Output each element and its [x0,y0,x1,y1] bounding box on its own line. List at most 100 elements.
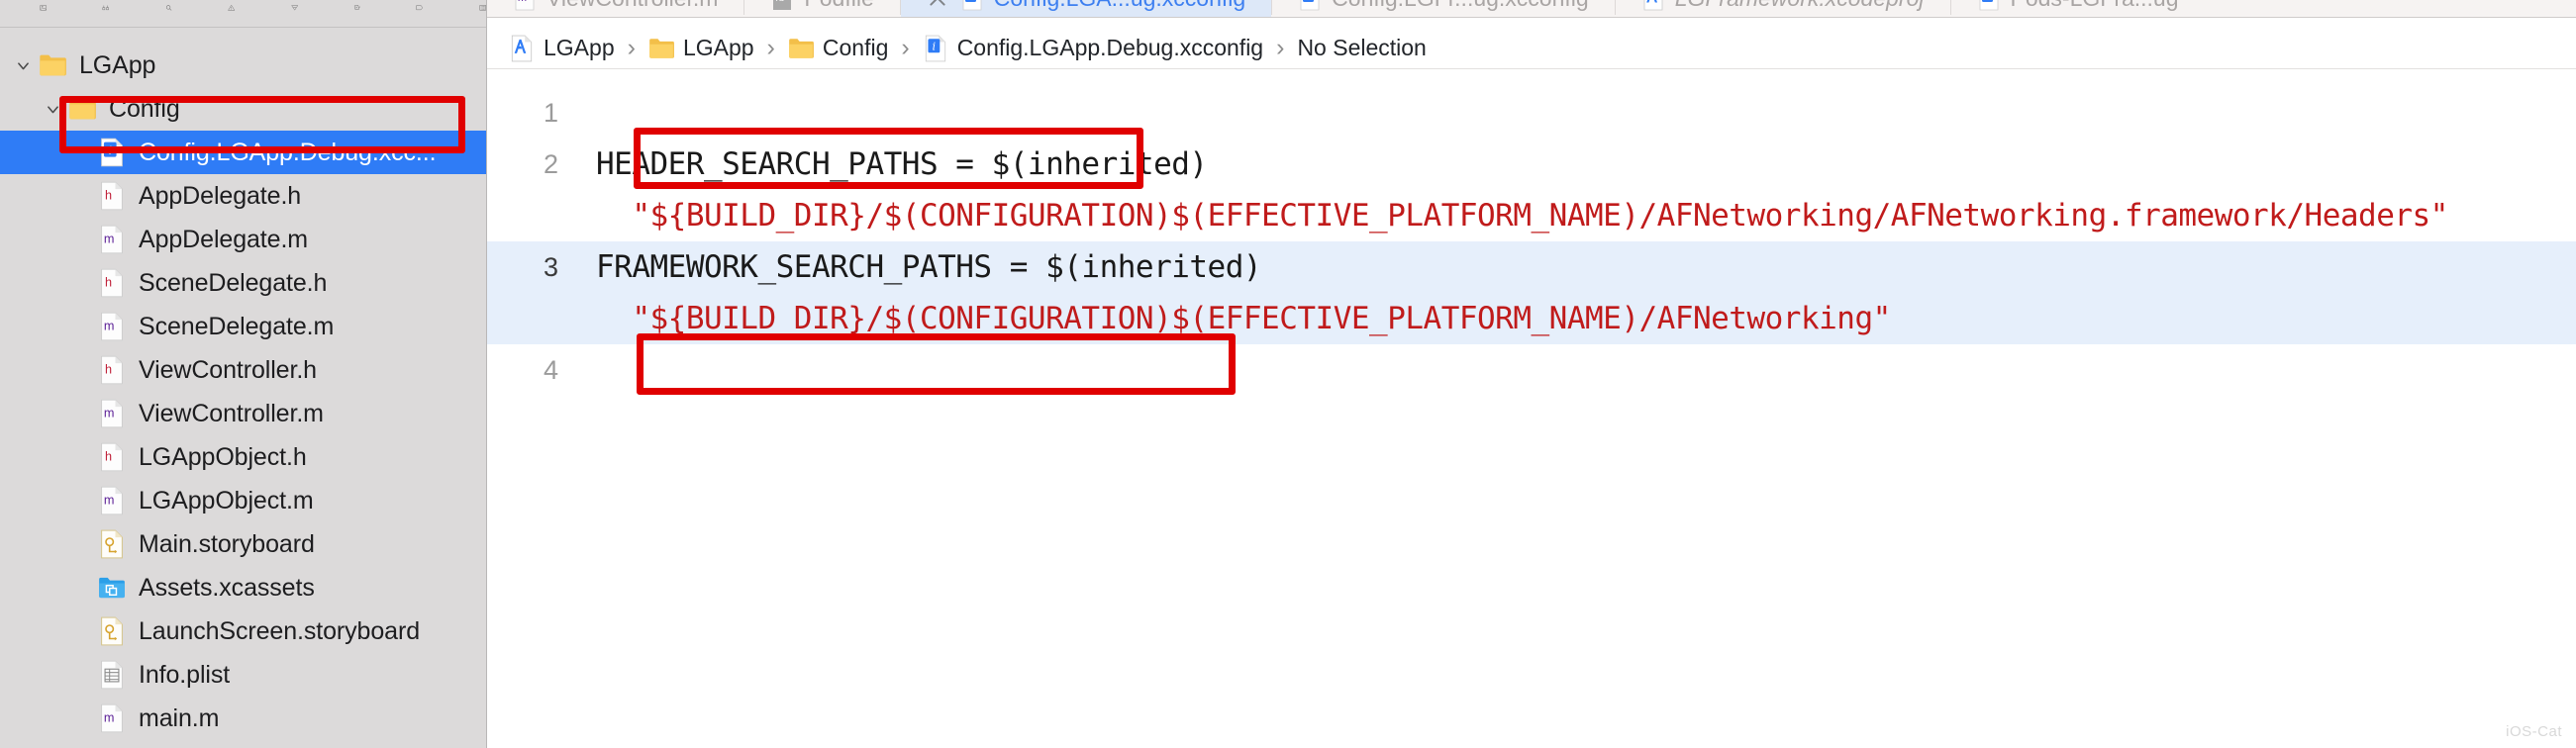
test-navigator-icon[interactable] [290,0,298,21]
editor-tab[interactable]: i Config.LGA...ug.xcconfig [900,0,1272,17]
breadcrumb-separator: › [901,34,910,61]
folder-icon [36,50,69,80]
xcconfig-icon: i [960,0,984,11]
svg-text:h: h [105,362,112,376]
line-number: 3 [543,252,558,282]
folder-icon [788,35,814,62]
header-file-icon: h [95,355,129,385]
source-file-icon: m [95,225,129,254]
editor-tab[interactable]: i Pods-LGFra...ug [1951,0,2205,17]
file-tree-row-label: SceneDelegate.m [139,312,335,340]
file-tree-row-label: Config.LGApp.Debug.xcc... [139,138,437,166]
issue-navigator-icon[interactable] [228,0,236,21]
folder-icon [65,94,99,124]
file-tree-row[interactable]: h LGAppObject.h [0,435,486,479]
file-tree-row[interactable]: i Config.LGApp.Debug.xcc... [0,131,486,174]
editor-tab-label: Pods-LGFra...ug [2011,0,2179,12]
file-tree-row-label: Assets.xcassets [139,573,315,602]
editor-tab-label: Config.LGFr...ug.xcconfig [1332,0,1589,12]
line-number: 1 [543,98,558,128]
file-tree-row[interactable]: Config [0,87,486,131]
breadcrumb-item[interactable]: No Selection [1297,35,1426,61]
file-tree-row[interactable]: h ViewController.h [0,348,486,392]
editor-tab[interactable]: LGFramework.xcodeproj [1616,0,1950,17]
svg-text:m: m [104,232,115,245]
xcconfig-icon: i [1977,0,2001,11]
svg-text:m: m [104,493,115,507]
svg-text:i: i [108,143,112,157]
file-tree-row[interactable]: h AppDelegate.h [0,174,486,218]
navigator-toolbar [0,0,486,28]
breakpoint-navigator-icon[interactable] [416,0,424,21]
chevron-down-icon[interactable] [10,57,36,74]
code-line[interactable]: 2 HEADER_SEARCH_PATHS = $(inherited) "${B… [487,139,2576,241]
file-tree-row[interactable]: LaunchScreen.storyboard [0,609,486,653]
file-tree-row-label: AppDelegate.h [139,181,302,210]
file-tree-row-label: AppDelegate.m [139,225,309,253]
breadcrumb-item-label: Config.LGApp.Debug.xcconfig [956,35,1264,60]
folder-icon [648,35,674,62]
breadcrumb-item[interactable]: LGApp [509,35,615,62]
breadcrumb-item[interactable]: i Config.LGApp.Debug.xcconfig [923,35,1263,62]
debug-navigator-icon[interactable] [353,0,360,21]
editor-tab-label: ViewController.m [546,0,718,12]
file-tree-row[interactable]: m LGAppObject.m [0,479,486,522]
source-control-icon[interactable] [102,0,110,21]
file-tree-row-label: LGApp [79,50,156,79]
file-tree-row[interactable]: LGApp [0,44,486,87]
code-line-text: HEADER_SEARCH_PATHS = $(inherited) "${BU… [576,139,2448,241]
file-tree-row[interactable]: m AppDelegate.m [0,218,486,261]
svg-text:h: h [105,449,112,463]
breadcrumb-separator: › [1276,34,1285,61]
file-tree-row[interactable]: Main.storyboard [0,522,486,566]
editor-tab[interactable]: i Config.LGFr...ug.xcconfig [1272,0,1615,17]
breadcrumb-item[interactable]: LGApp [648,35,754,62]
ruby-file-icon: rb [770,0,794,11]
svg-text:m: m [518,0,527,4]
file-tree-row-label: main.m [139,703,220,732]
code-editor[interactable]: 1 2 HEADER_SEARCH_PATHS = $(inherited) "${… [487,69,2576,748]
editor-tab-label: Config.LGA...ug.xcconfig [994,0,1245,12]
breadcrumb-item-label: LGApp [544,35,615,60]
file-tree-row[interactable]: m ViewController.m [0,392,486,435]
source-file-icon: m [95,703,129,733]
breadcrumb-item-label: Config [822,35,889,60]
header-file-icon: h [95,181,129,211]
source-file-icon: m [95,312,129,341]
close-icon[interactable] [927,0,948,9]
xcodeproj-icon [509,35,535,62]
file-tree-row[interactable]: h SceneDelegate.h [0,261,486,305]
editor-pane: m ViewController.m rb Podfile i Config.LGA...… [487,0,2576,748]
project-navigator-icon[interactable] [40,0,48,21]
code-line[interactable]: 1 [487,87,2576,139]
svg-text:h: h [105,188,112,202]
code-line[interactable]: 4 [487,344,2576,396]
file-tree-row[interactable]: Products [0,740,486,748]
code-line[interactable]: 3 FRAMEWORK_SEARCH_PATHS = $(inherited) "… [487,241,2576,344]
svg-text:i: i [1985,0,1988,3]
file-tree-row[interactable]: m SceneDelegate.m [0,305,486,348]
file-tree-row-label: Config [109,94,180,123]
svg-text:h: h [105,275,112,289]
editor-tab[interactable]: rb Podfile [744,0,899,17]
breadcrumb: LGApp › LGApp › Config › i Config.LGApp.Debug.x… [487,28,2576,69]
breadcrumb-item[interactable]: Config [788,35,888,62]
storyboard-icon [95,529,129,559]
chevron-down-icon[interactable] [40,101,65,118]
svg-text:i: i [969,0,972,3]
file-tree-row-label: LGAppObject.m [139,486,314,514]
file-tree-row-label: LaunchScreen.storyboard [139,616,420,645]
breadcrumb-item-label: LGApp [682,35,754,60]
file-tree-row[interactable]: Assets.xcassets [0,566,486,609]
file-tree-row[interactable]: Info.plist [0,653,486,697]
editor-tab[interactable]: m ViewController.m [487,0,743,17]
header-file-icon: h [95,442,129,472]
source-file-icon: m [95,399,129,428]
xcassets-icon [95,573,129,603]
search-icon[interactable] [165,0,172,21]
header-file-icon: h [95,268,129,298]
report-navigator-icon[interactable] [479,0,486,21]
editor-tab-label: LGFramework.xcodeproj [1675,0,1925,12]
storyboard-icon [95,616,129,646]
file-tree-row[interactable]: m main.m [0,697,486,740]
